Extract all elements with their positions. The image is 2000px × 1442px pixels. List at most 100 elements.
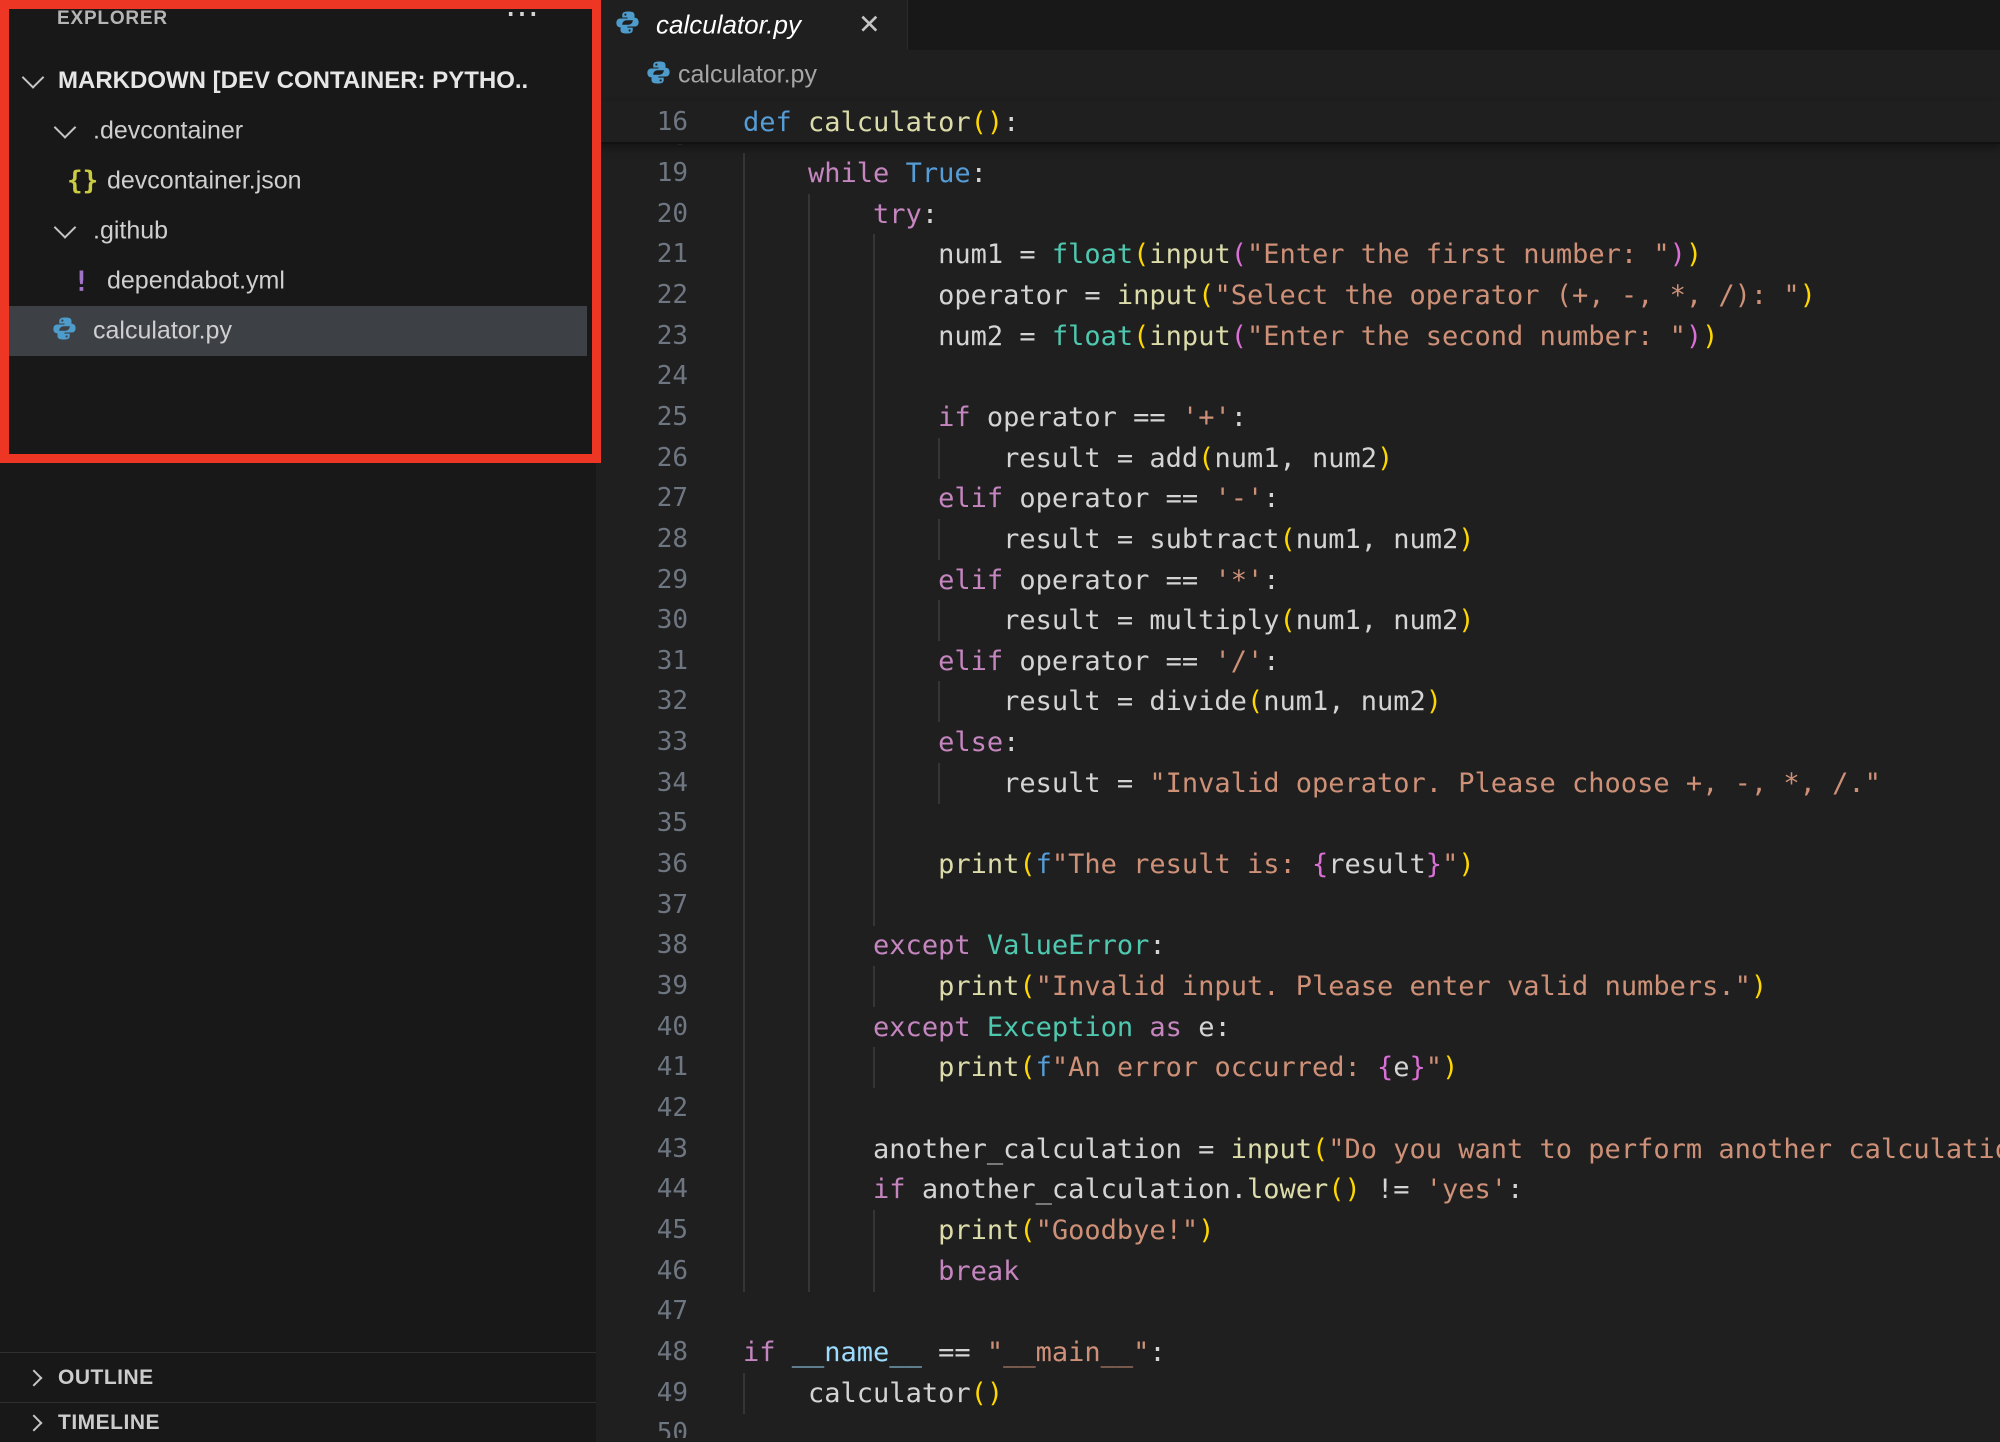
code-line-26[interactable]: 26 result = add(num1, num2) xyxy=(596,438,2000,479)
code-token: ( xyxy=(1231,321,1247,352)
code-line-36[interactable]: 36 print(f"The result is: {result}") xyxy=(596,844,2000,885)
tree-item-label: .devcontainer xyxy=(93,117,243,146)
code-line-37[interactable]: 37 xyxy=(596,885,2000,926)
code-token: . xyxy=(1231,1174,1247,1205)
code-token: '*' xyxy=(1214,565,1263,596)
code-token: result = multiply xyxy=(1003,605,1279,636)
line-number: 34 xyxy=(596,763,688,804)
code-line-41[interactable]: 41 print(f"An error occurred: {e}") xyxy=(596,1047,2000,1088)
code-line-29[interactable]: 29 elif operator == '*': xyxy=(596,560,2000,601)
line-number: 27 xyxy=(596,478,688,519)
code-line-47[interactable]: 47 xyxy=(596,1291,2000,1332)
code-token: print xyxy=(938,1215,1019,1246)
code-token: break xyxy=(938,1256,1019,1287)
code-token: "Enter the first number: " xyxy=(1247,239,1670,270)
tree-item-.github[interactable]: .github xyxy=(9,206,587,256)
code-line-45[interactable]: 45 print("Goodbye!") xyxy=(596,1210,2000,1251)
code-line-35[interactable]: 35 xyxy=(596,803,2000,844)
more-actions-icon[interactable]: ⋯ xyxy=(505,0,542,34)
code-line-22[interactable]: 22 operator = input("Select the operator… xyxy=(596,275,2000,316)
code-token: lower xyxy=(1247,1174,1328,1205)
line-number: 42 xyxy=(596,1088,688,1129)
line-number: 37 xyxy=(596,885,688,926)
code-token: '-' xyxy=(1214,483,1263,514)
code-token: num1, num2 xyxy=(1296,605,1459,636)
tree-item-devcontainer.json[interactable]: {}devcontainer.json xyxy=(9,156,587,206)
code-line-34[interactable]: 34 result = "Invalid operator. Please ch… xyxy=(596,763,2000,804)
line-number: 36 xyxy=(596,844,688,885)
code-line-31[interactable]: 31 elif operator == '/': xyxy=(596,641,2000,682)
code-line-25[interactable]: 25 if operator == '+': xyxy=(596,397,2000,438)
tree-item-dependabot.yml[interactable]: !dependabot.yml xyxy=(9,256,587,306)
code-line-text: elif operator == '/': xyxy=(743,641,1279,682)
breadcrumb: calculator.py xyxy=(596,50,2000,100)
tab-bar: calculator.py ✕ xyxy=(596,0,2000,50)
code-line-44[interactable]: 44 if another_calculation.lower() != 'ye… xyxy=(596,1169,2000,1210)
close-icon[interactable]: ✕ xyxy=(858,10,881,41)
code-line-50[interactable]: 50 xyxy=(596,1413,2000,1438)
code-token: elif xyxy=(938,646,1019,677)
indent-guide xyxy=(873,885,875,926)
code-line-38[interactable]: 38 except ValueError: xyxy=(596,925,2000,966)
code-line-21[interactable]: 21 num1 = float(input("Enter the first n… xyxy=(596,234,2000,275)
line-number: 49 xyxy=(596,1373,688,1414)
tree-item-.devcontainer[interactable]: .devcontainer xyxy=(9,106,587,156)
code-token: "The result is: xyxy=(1052,849,1312,880)
code-line-40[interactable]: 40 except Exception as e: xyxy=(596,1007,2000,1048)
code-line-32[interactable]: 32 result = divide(num1, num2) xyxy=(596,681,2000,722)
explorer-sidebar: EXPLORER ⋯ MARKDOWN [DEV CONTAINER: PYTH… xyxy=(0,0,596,1438)
line-number: 50 xyxy=(596,1413,688,1438)
explorer-header: EXPLORER ⋯ xyxy=(0,0,596,50)
code-line-20[interactable]: 20 try: xyxy=(596,194,2000,235)
line-number: 31 xyxy=(596,641,688,682)
code-line-28[interactable]: 28 result = subtract(num1, num2) xyxy=(596,519,2000,560)
code-line-27[interactable]: 27 elif operator == '-': xyxy=(596,478,2000,519)
code-line-49[interactable]: 49 calculator() xyxy=(596,1373,2000,1414)
code-token: "Enter the second number: " xyxy=(1247,321,1686,352)
sticky-scroll-line[interactable]: 16def calculator(): xyxy=(596,101,2000,144)
tree-item-label: calculator.py xyxy=(93,317,232,346)
line-number: 33 xyxy=(596,722,688,763)
line-number: 48 xyxy=(596,1332,688,1373)
code-line-text: print("Invalid input. Please enter valid… xyxy=(743,966,1767,1007)
breadcrumb-item[interactable]: calculator.py xyxy=(678,61,817,90)
line-number: 30 xyxy=(596,600,688,641)
code-line-19[interactable]: 19 while True: xyxy=(596,153,2000,194)
code-token: elif xyxy=(938,565,1019,596)
code-token: : xyxy=(922,199,938,230)
code-line-text: result = subtract(num1, num2) xyxy=(743,519,1475,560)
code-token: : xyxy=(1003,727,1019,758)
code-line-text: print("Goodbye!") xyxy=(743,1210,1214,1251)
code-token: "Invalid operator. Please choose +, -, *… xyxy=(1149,768,1881,799)
tab-calculator-py[interactable]: calculator.py ✕ xyxy=(596,0,908,50)
code-line-42[interactable]: 42 xyxy=(596,1088,2000,1129)
code-line-46[interactable]: 46 break xyxy=(596,1251,2000,1292)
code-token: == xyxy=(922,1337,987,1368)
section-outline[interactable]: OUTLINE xyxy=(0,1352,596,1402)
code-token: } xyxy=(1410,1052,1426,1083)
line-number: 32 xyxy=(596,681,688,722)
code-line-24[interactable]: 24 xyxy=(596,356,2000,397)
code-token: ) xyxy=(1458,849,1474,880)
tree-item-label: .github xyxy=(93,217,168,246)
section-timeline[interactable]: TIMELINE xyxy=(0,1402,596,1442)
code-line-30[interactable]: 30 result = multiply(num1, num2) xyxy=(596,600,2000,641)
code-line-48[interactable]: 48 if __name__ == "__main__": xyxy=(596,1332,2000,1373)
code-token: print xyxy=(938,971,1019,1002)
code-line-43[interactable]: 43 another_calculation = input("Do you w… xyxy=(596,1129,2000,1170)
code-token: another_calculation = xyxy=(873,1134,1231,1165)
indent-guide xyxy=(808,356,810,397)
code-token: ( xyxy=(1247,686,1263,717)
code-line-33[interactable]: 33 else: xyxy=(596,722,2000,763)
code-token: num1 = xyxy=(938,239,1052,270)
code-token: ( xyxy=(1198,443,1214,474)
code-line-23[interactable]: 23 num2 = float(input("Enter the second … xyxy=(596,316,2000,357)
code-line-text: calculator() xyxy=(743,1373,1003,1414)
code-line-text: if __name__ == "__main__": xyxy=(743,1332,1166,1373)
line-number: 21 xyxy=(596,234,688,275)
code-line-39[interactable]: 39 print("Invalid input. Please enter va… xyxy=(596,966,2000,1007)
tree-item-calculator.py[interactable]: calculator.py xyxy=(9,306,587,356)
tree-item-markdown-dev-container-pytho...[interactable]: MARKDOWN [DEV CONTAINER: PYTHO... xyxy=(9,56,587,106)
code-token: "Invalid input. Please enter valid numbe… xyxy=(1036,971,1751,1002)
explorer-title: EXPLORER xyxy=(57,8,168,30)
